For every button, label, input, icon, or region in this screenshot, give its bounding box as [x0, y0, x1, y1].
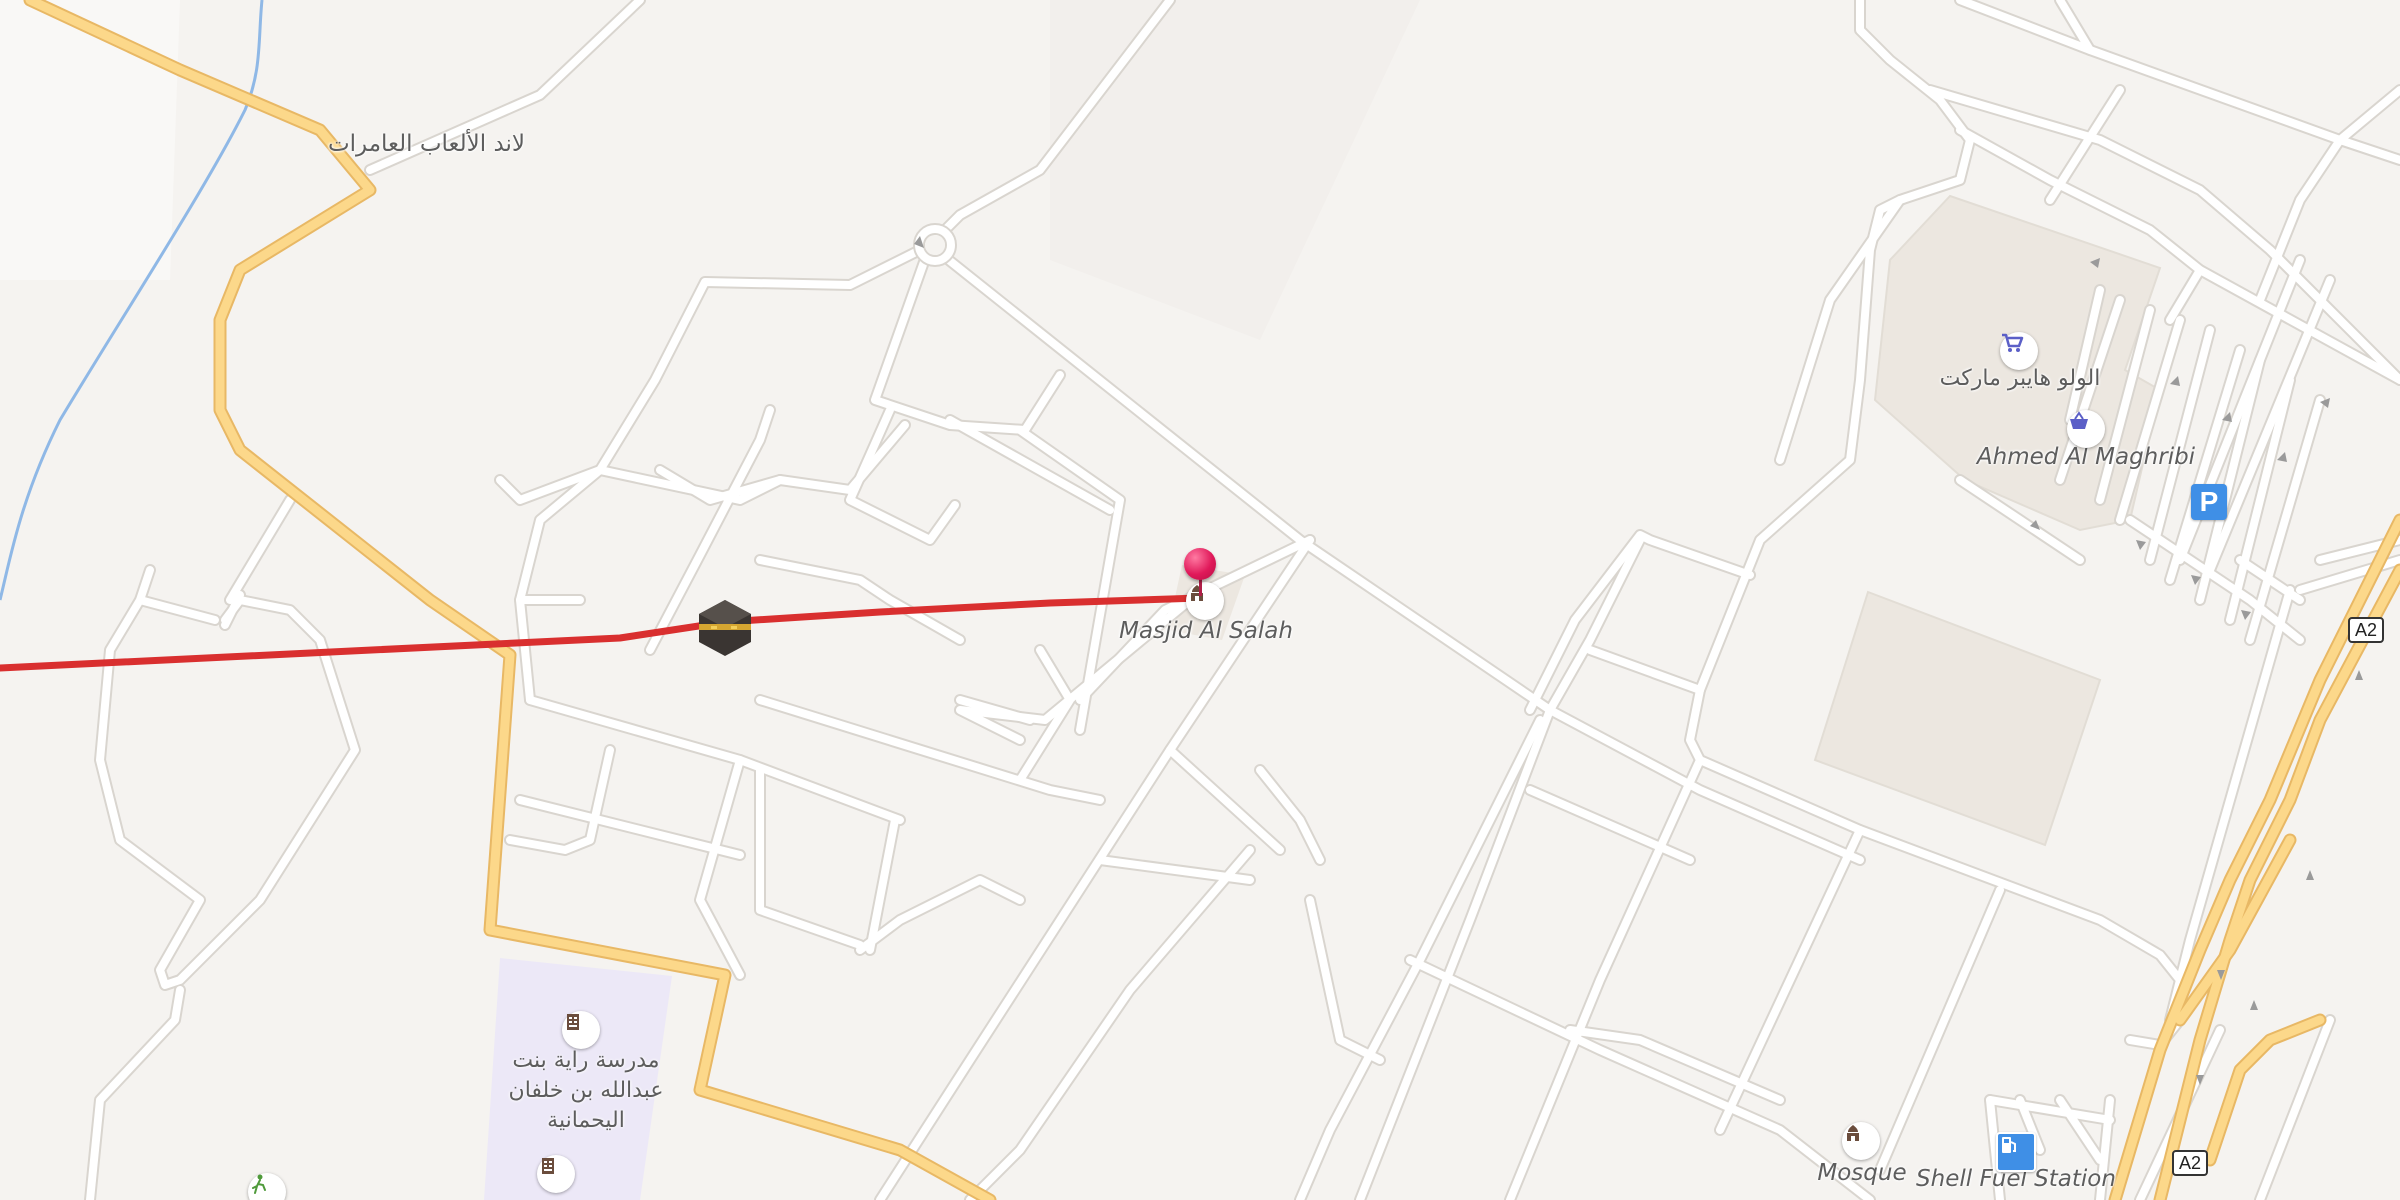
shop-label[interactable]: Ahmed Al Maghribi: [1977, 446, 2195, 469]
roundabout-center: [925, 235, 945, 255]
school-icon[interactable]: [537, 1155, 575, 1193]
highway-shield[interactable]: A2: [2348, 617, 2385, 643]
oneway-arrow: [2306, 870, 2314, 880]
oneway-arrow: [2136, 540, 2146, 550]
school-icon[interactable]: [562, 1011, 600, 1049]
mosque-icon[interactable]: [1186, 582, 1224, 620]
oneway-arrows: [914, 236, 2363, 1085]
oneway-arrow: [2170, 376, 2180, 386]
land-patch: [0, 0, 180, 280]
kaaba-icon[interactable]: [699, 600, 751, 656]
parking-icon[interactable]: P: [2191, 484, 2227, 520]
land-patch: [1050, 0, 1420, 340]
place-label: لاند الألعاب العامرات: [328, 131, 526, 157]
mosque-label[interactable]: Masjid Al Salah: [1119, 620, 1293, 643]
oneway-arrow: [2241, 610, 2251, 620]
oneway-arrow: [2355, 670, 2363, 680]
location-pin-icon[interactable]: [1184, 548, 1216, 580]
location-pin-stem: [1199, 578, 1202, 596]
mosque-bottom-label[interactable]: Mosque: [1817, 1162, 1906, 1185]
school-label[interactable]: مدرسة راية بنت عبدالله بن خلفان اليحماني…: [509, 1046, 664, 1136]
warehouse-building: [1813, 590, 2102, 847]
oneway-arrow: [2277, 452, 2287, 462]
map-canvas[interactable]: لاند الألعاب العامرات Masjid Al Salah ال…: [0, 0, 2400, 1200]
highway-shield[interactable]: A2: [2172, 1150, 2209, 1176]
fuel-icon[interactable]: [1996, 1132, 2036, 1172]
school-label-line: مدرسة راية بنت: [512, 1048, 660, 1073]
oneway-arrow: [2250, 1000, 2258, 1010]
school-label-line: عبدالله بن خلفان: [508, 1078, 664, 1103]
basket-icon[interactable]: [2067, 410, 2105, 448]
school-label-line: اليحمانية: [547, 1108, 625, 1133]
supermarket-label[interactable]: الولو هايبر ماركت: [1940, 368, 2101, 390]
mosque-icon[interactable]: [1842, 1122, 1880, 1160]
cart-icon[interactable]: [2000, 332, 2038, 370]
